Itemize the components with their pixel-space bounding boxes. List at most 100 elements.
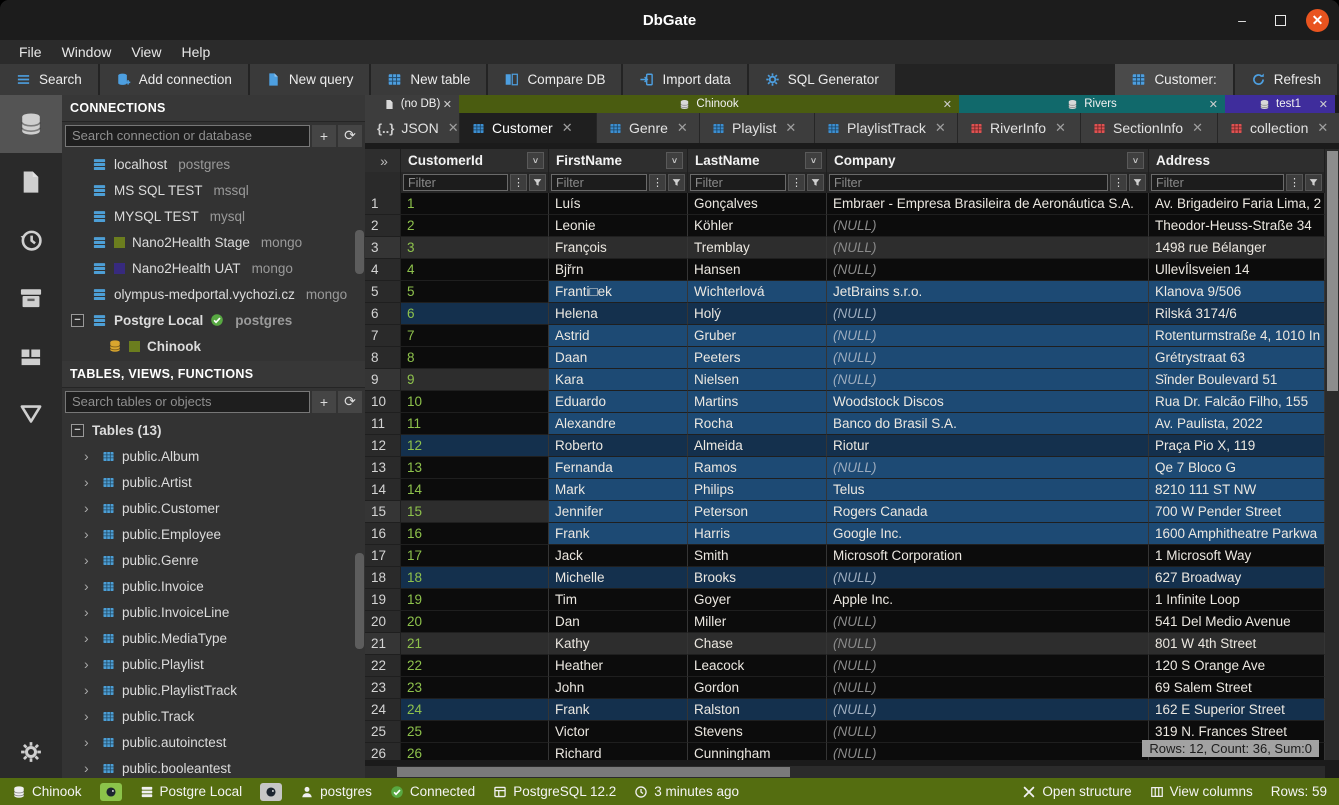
rail-filter-icon[interactable] <box>0 385 62 443</box>
funnel-icon[interactable] <box>529 174 546 191</box>
cell-address[interactable]: Grétrystraat 63 <box>1149 347 1325 369</box>
cell-rownum[interactable]: 1 <box>365 193 401 215</box>
cell-lastname[interactable]: Wichterlová <box>688 281 827 303</box>
table-item[interactable]: ›public.PlaylistTrack <box>62 677 365 703</box>
search-button[interactable]: Search <box>0 64 98 95</box>
tables-scrollbar[interactable] <box>355 553 364 649</box>
cell-address[interactable]: Praça Pio X, 119 <box>1149 435 1325 457</box>
horizontal-scrollbar[interactable] <box>365 766 1325 778</box>
cell-customerid[interactable]: 26 <box>401 743 549 760</box>
cell-lastname[interactable]: Goyer <box>688 589 827 611</box>
cell-address[interactable]: Rua Dr. Falcão Filho, 155 <box>1149 391 1325 413</box>
cell-address[interactable]: Theodor-Heuss-Straße 34 <box>1149 215 1325 237</box>
cell-address[interactable]: Rotenturmstraße 4, 1010 In <box>1149 325 1325 347</box>
cell-customerid[interactable]: 12 <box>401 435 549 457</box>
cell-company[interactable]: (NULL) <box>827 721 1149 743</box>
add-connection-button[interactable]: Add connection <box>100 64 248 95</box>
sql-generator-button[interactable]: SQL Generator <box>749 64 895 95</box>
table-item[interactable]: ›public.MediaType <box>62 625 365 651</box>
connection-item[interactable]: Nano2Health Stagemongo <box>62 229 365 255</box>
cell-customerid[interactable]: 22 <box>401 655 549 677</box>
funnel-icon[interactable] <box>1129 174 1146 191</box>
current-table-button[interactable]: Customer: <box>1115 64 1232 95</box>
cell-address[interactable]: Rilská 3174/6 <box>1149 303 1325 325</box>
filter-menu-icon[interactable]: ⋮ <box>1110 174 1127 191</box>
cell-firstname[interactable]: Frank <box>549 699 688 721</box>
table-item[interactable]: ›public.Invoice <box>62 573 365 599</box>
cell-company[interactable]: (NULL) <box>827 369 1149 391</box>
close-icon[interactable]: ✕ <box>562 120 573 136</box>
cell-firstname[interactable]: John <box>549 677 688 699</box>
cell-address[interactable]: UllevÍlsveien 14 <box>1149 259 1325 281</box>
compare-db-button[interactable]: Compare DB <box>488 64 621 95</box>
table-item[interactable]: ›public.Employee <box>62 521 365 547</box>
cell-rownum[interactable]: 25 <box>365 721 401 743</box>
cell-customerid[interactable]: 8 <box>401 347 549 369</box>
close-icon[interactable]: ✕ <box>1192 120 1203 136</box>
cell-customerid[interactable]: 9 <box>401 369 549 391</box>
rail-gear-icon[interactable] <box>0 740 62 764</box>
cell-customerid[interactable]: 23 <box>401 677 549 699</box>
vertical-scrollbar[interactable] <box>1325 149 1339 760</box>
menu-window[interactable]: Window <box>53 42 121 62</box>
maximize-button[interactable] <box>1268 8 1292 32</box>
close-icon[interactable]: ✕ <box>677 120 688 136</box>
cell-rownum[interactable]: 23 <box>365 677 401 699</box>
cell-address[interactable]: 627 Broadway <box>1149 567 1325 589</box>
filter-menu-icon[interactable]: ⋮ <box>788 174 805 191</box>
cell-lastname[interactable]: Stevens <box>688 721 827 743</box>
chevron-right-icon[interactable]: › <box>84 604 94 620</box>
cell-lastname[interactable]: Nielsen <box>688 369 827 391</box>
tab-sectioninfo[interactable]: SectionInfo✕ <box>1081 113 1218 143</box>
cell-lastname[interactable]: Tremblay <box>688 237 827 259</box>
cell-firstname[interactable]: François <box>549 237 688 259</box>
cell-address[interactable]: 1 Infinite Loop <box>1149 589 1325 611</box>
tables-search-input[interactable] <box>65 391 310 413</box>
cell-company[interactable]: Embraer - Empresa Brasileira de Aeronáut… <box>827 193 1149 215</box>
cell-lastname[interactable]: Peeters <box>688 347 827 369</box>
tab-riverinfo[interactable]: RiverInfo✕ <box>958 113 1081 143</box>
chevron-right-icon[interactable]: › <box>84 630 94 646</box>
cell-company[interactable]: JetBrains s.r.o. <box>827 281 1149 303</box>
chevron-right-icon[interactable]: › <box>84 526 94 542</box>
cell-address[interactable]: Av. Paulista, 2022 <box>1149 413 1325 435</box>
rail-file-icon[interactable] <box>0 153 62 211</box>
collapse-icon[interactable]: − <box>71 424 84 437</box>
tab-genre[interactable]: Genre✕ <box>597 113 700 143</box>
rail-database-icon[interactable] <box>0 95 62 153</box>
column-dropdown-icon[interactable]: ˅ <box>805 152 822 169</box>
cell-address[interactable]: 1 Microsoft Way <box>1149 545 1325 567</box>
cell-firstname[interactable]: Mark <box>549 479 688 501</box>
cell-rownum[interactable]: 22 <box>365 655 401 677</box>
column-header-firstname[interactable]: FirstName˅ <box>549 149 688 172</box>
cell-address[interactable]: 69 Salem Street <box>1149 677 1325 699</box>
import-data-button[interactable]: Import data <box>623 64 746 95</box>
close-icon[interactable]: ✕ <box>448 120 459 136</box>
column-header-address[interactable]: Address <box>1149 149 1325 172</box>
filter-menu-icon[interactable]: ⋮ <box>649 174 666 191</box>
cell-address[interactable]: 700 W Pender Street <box>1149 501 1325 523</box>
cell-firstname[interactable]: Victor <box>549 721 688 743</box>
cell-lastname[interactable]: Smith <box>688 545 827 567</box>
cell-company[interactable]: (NULL) <box>827 633 1149 655</box>
cell-firstname[interactable]: Jennifer <box>549 501 688 523</box>
chevron-right-icon[interactable]: › <box>84 474 94 490</box>
menu-help[interactable]: Help <box>172 42 219 62</box>
cell-rownum[interactable]: 26 <box>365 743 401 760</box>
table-item[interactable]: ›public.InvoiceLine <box>62 599 365 625</box>
cell-company[interactable]: Telus <box>827 479 1149 501</box>
cell-customerid[interactable]: 11 <box>401 413 549 435</box>
cell-customerid[interactable]: 6 <box>401 303 549 325</box>
tables-refresh-button[interactable]: ⟳ <box>338 391 362 413</box>
cell-company[interactable]: (NULL) <box>827 347 1149 369</box>
tab-group-rivers[interactable]: Rivers✕ <box>959 95 1225 113</box>
cell-lastname[interactable]: Martins <box>688 391 827 413</box>
cell-rownum[interactable]: 2 <box>365 215 401 237</box>
funnel-icon[interactable] <box>668 174 685 191</box>
close-icon[interactable]: ✕ <box>1317 120 1328 136</box>
cell-company[interactable]: (NULL) <box>827 237 1149 259</box>
tab-group-chinook[interactable]: Chinook✕ <box>459 95 959 113</box>
status-view-columns[interactable]: View columns <box>1150 784 1253 799</box>
cell-address[interactable]: 8210 111 ST NW <box>1149 479 1325 501</box>
tables-group[interactable]: −Tables (13) <box>62 417 365 443</box>
